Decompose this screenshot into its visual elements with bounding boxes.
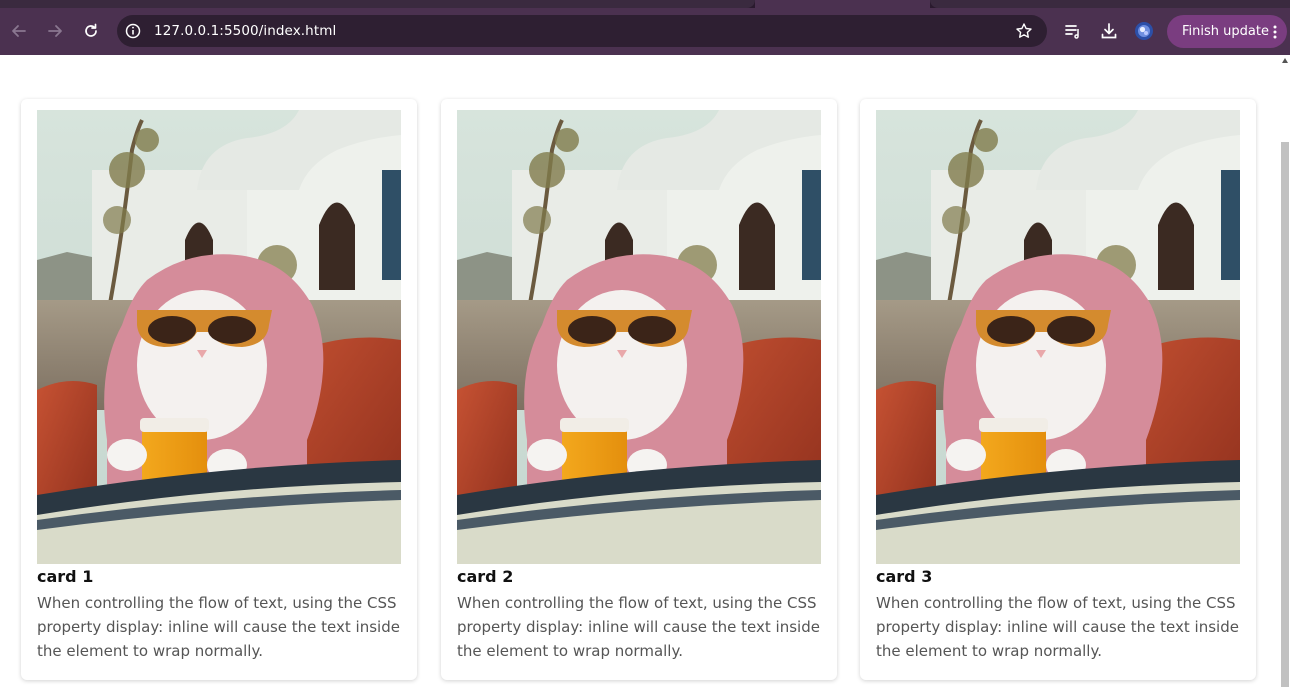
tab-background[interactable] [930, 0, 1290, 8]
card: card 2 When controlling the flow of text… [441, 99, 837, 680]
address-bar[interactable]: 127.0.0.1:5500/index.html [117, 15, 1047, 47]
card-title: card 2 [457, 567, 514, 586]
card-description: When controlling the flow of text, using… [876, 594, 1239, 660]
tab-background[interactable] [0, 0, 755, 8]
bookmark-star-icon[interactable] [1015, 22, 1033, 40]
scrollbar-thumb[interactable] [1281, 142, 1289, 687]
cat-photo [37, 110, 401, 564]
arrow-left-icon [12, 25, 26, 37]
finish-update-label: Finish update [1182, 24, 1269, 39]
more-options-icon [1273, 25, 1277, 39]
active-tab[interactable] [755, 0, 930, 8]
reload-button[interactable] [79, 19, 103, 43]
profile-avatar-icon[interactable] [1134, 21, 1154, 41]
arrow-right-icon [48, 25, 62, 37]
browser-toolbar: 127.0.0.1:5500/index.html Finish update [0, 8, 1290, 55]
url-text[interactable]: 127.0.0.1:5500/index.html [154, 22, 336, 40]
card-title: card 1 [37, 567, 94, 586]
site-info-icon[interactable] [124, 22, 142, 40]
card-description: When controlling the flow of text, using… [37, 594, 400, 660]
finish-update-button[interactable]: Finish update [1167, 15, 1287, 48]
reload-icon [85, 23, 97, 37]
reading-list-icon[interactable] [1063, 21, 1083, 41]
card: card 3 When controlling the flow of text… [860, 99, 1256, 680]
cat-photo [876, 110, 1240, 564]
page-viewport: card 1 When controlling the flow of text… [0, 55, 1290, 687]
forward-button[interactable] [43, 19, 67, 43]
cat-photo [457, 110, 821, 564]
download-icon[interactable] [1099, 21, 1119, 41]
back-button[interactable] [7, 19, 31, 43]
scroll-up-arrow-icon[interactable] [1282, 58, 1288, 63]
card-description: When controlling the flow of text, using… [457, 594, 820, 660]
card: card 1 When controlling the flow of text… [21, 99, 417, 680]
tab-strip [0, 0, 1290, 8]
page-scrollbar[interactable] [1280, 55, 1290, 687]
card-title: card 3 [876, 567, 933, 586]
